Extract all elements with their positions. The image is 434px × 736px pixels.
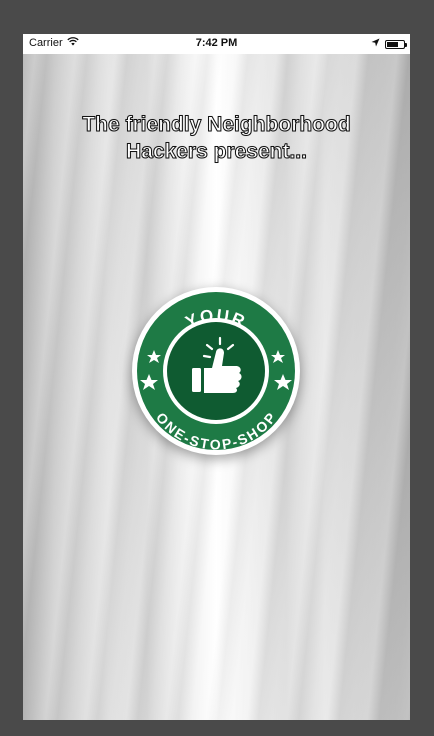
battery-fill — [387, 41, 399, 47]
status-bar: Carrier 7:42 PM — [23, 34, 410, 54]
device-frame: Carrier 7:42 PM The friendly Neighborhoo… — [0, 0, 434, 736]
intro-line-2: Hackers present... — [126, 140, 308, 164]
location-arrow-icon — [371, 38, 380, 50]
one-stop-shop-logo: YOUR ONE-STOP-SHOP — [131, 286, 301, 456]
intro-line-1: The friendly Neighborhood — [82, 113, 351, 137]
intro-text: The friendly Neighborhood Hackers presen… — [23, 111, 410, 165]
battery-icon — [385, 39, 407, 49]
app-screen: Carrier 7:42 PM The friendly Neighborhoo… — [23, 34, 410, 720]
status-time: 7:42 PM — [195, 37, 238, 49]
status-right — [371, 38, 407, 50]
logo-badge: YOUR ONE-STOP-SHOP — [132, 287, 300, 455]
